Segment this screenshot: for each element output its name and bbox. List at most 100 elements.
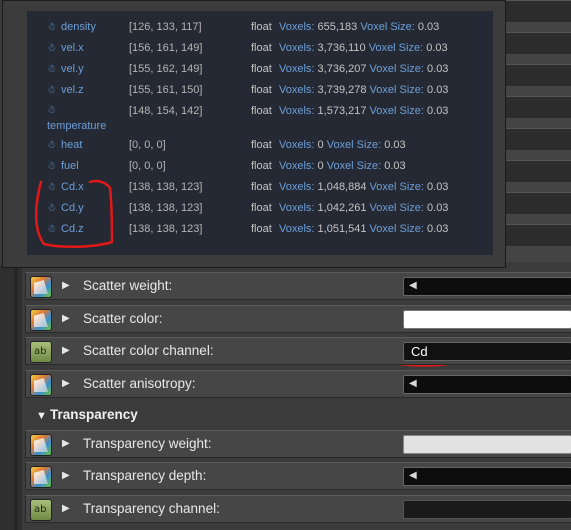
volume-grid-icon: ☃ (47, 161, 56, 172)
grid-stats: Voxels: 3,736,110 Voxel Size: 0.03 (279, 42, 448, 54)
grid-name: density (61, 21, 96, 33)
grid-name: fuel (61, 160, 79, 172)
volume-grid-icon: ☃ (47, 182, 56, 193)
grid-range: [155, 161, 150] (129, 84, 203, 96)
grid-name: heat (61, 139, 83, 151)
volume-grid-icon: ☃ (47, 85, 56, 96)
left-edge-divider (14, 265, 18, 530)
grid-row: ☃ temperature [148, 154, 142] float Voxels: … (27, 105, 493, 132)
grid-type: float (251, 42, 272, 54)
texture-connect-icon[interactable] (30, 309, 52, 331)
slider-left-arrow-icon[interactable]: ◀ (409, 470, 417, 481)
grid-row: ☃ density [126, 133, 117] float Voxels: 655,… (27, 21, 493, 37)
param-row-transparency-depth: ▶ Transparency depth: ◀ (25, 462, 571, 490)
grid-stats: Voxels: 0 Voxel Size: 0.03 (279, 160, 406, 172)
scatter-color-channel-input[interactable]: Cd (403, 342, 571, 361)
grid-stats: Voxels: 1,042,261 Voxel Size: 0.03 (279, 202, 449, 214)
texture-connect-icon[interactable] (30, 466, 52, 488)
expand-triangle-icon[interactable]: ▶ (62, 345, 70, 356)
grid-type: float (251, 21, 272, 33)
grid-stats: Voxels: 1,573,217 Voxel Size: 0.03 (279, 105, 449, 117)
grid-stats: Voxels: 3,736,207 Voxel Size: 0.03 (279, 63, 449, 75)
grid-name: Cd.x (61, 181, 84, 193)
grid-type: float (251, 63, 272, 75)
background-right-column (506, 0, 571, 262)
param-row-scatter-color-channel: ab ▶ Scatter color channel: Cd (25, 337, 571, 365)
expand-triangle-icon[interactable]: ▶ (62, 470, 70, 481)
volume-grid-icon: ☃ (47, 224, 56, 235)
grid-type: float (251, 139, 272, 151)
transparency-weight-swatch[interactable] (403, 435, 571, 454)
section-header-transparency[interactable]: ▼ Transparency (36, 407, 138, 422)
expand-triangle-icon[interactable]: ▶ (62, 378, 70, 389)
grid-row: ☃ heat [0, 0, 0] float Voxels: 0 Voxel Size:… (27, 139, 493, 155)
grid-type: float (251, 181, 272, 193)
volume-grids-tooltip: ☃ density [126, 133, 117] float Voxels: 655,… (2, 0, 506, 268)
grid-name: vel.z (61, 84, 84, 96)
grid-row: ☃ vel.x [156, 161, 149] float Voxels: 3,736,… (27, 42, 493, 58)
scatter-anisotropy-slider[interactable]: ◀ (403, 375, 571, 394)
grid-range: [138, 138, 123] (129, 181, 203, 193)
expand-triangle-icon[interactable]: ▶ (62, 503, 70, 514)
param-label: Scatter anisotropy: (83, 376, 196, 391)
volume-grid-icon: ☃ (47, 43, 56, 54)
scatter-color-swatch[interactable] (403, 310, 571, 329)
grid-type: float (251, 160, 272, 172)
param-row-scatter-anisotropy: ▶ Scatter anisotropy: ◀ (25, 370, 571, 398)
texture-connect-icon[interactable] (30, 434, 52, 456)
param-label: Transparency weight: (83, 436, 212, 451)
expand-triangle-icon[interactable]: ▶ (62, 438, 70, 449)
grid-range: [138, 138, 123] (129, 223, 203, 235)
texture-connect-icon[interactable] (30, 374, 52, 396)
volume-grid-list: ☃ density [126, 133, 117] float Voxels: 655,… (27, 11, 493, 255)
grid-row: ☃ Cd.x [138, 138, 123] float Voxels: 1,048,8… (27, 181, 493, 197)
grid-type: float (251, 223, 272, 235)
param-label: Scatter weight: (83, 278, 173, 293)
volume-grid-icon: ☃ (47, 22, 56, 33)
transparency-depth-slider[interactable]: ◀ (403, 467, 571, 486)
collapse-triangle-icon[interactable]: ▼ (36, 410, 50, 422)
grid-stats: Voxels: 3,739,278 Voxel Size: 0.03 (279, 84, 449, 96)
grid-range: [156, 161, 149] (129, 42, 203, 54)
grid-row: ☃ Cd.z [138, 138, 123] float Voxels: 1,051,5… (27, 223, 493, 239)
slider-left-arrow-icon[interactable]: ◀ (409, 280, 417, 291)
grid-stats: Voxels: 655,183 Voxel Size: 0.03 (279, 21, 440, 33)
grid-name: vel.y (61, 63, 84, 75)
grid-range: [0, 0, 0] (129, 139, 166, 151)
grid-type: float (251, 84, 272, 96)
expand-triangle-icon[interactable]: ▶ (62, 280, 70, 291)
param-label: Scatter color: (83, 311, 163, 326)
grid-range: [0, 0, 0] (129, 160, 166, 172)
grid-type: float (251, 105, 272, 117)
transparency-channel-input[interactable] (403, 500, 571, 519)
grid-stats: Voxels: 0 Voxel Size: 0.03 (279, 139, 406, 151)
param-label: Scatter color channel: (83, 343, 214, 358)
grid-range: [126, 133, 117] (129, 21, 202, 33)
left-edge (0, 265, 22, 530)
volume-grid-icon: ☃ (47, 140, 56, 151)
expand-triangle-icon[interactable]: ▶ (62, 313, 70, 324)
param-row-transparency-channel: ab ▶ Transparency channel: (25, 495, 571, 523)
grid-stats: Voxels: 1,051,541 Voxel Size: 0.03 (279, 223, 449, 235)
grid-name: Cd.y (61, 202, 84, 214)
section-title: Transparency (49, 407, 138, 422)
grid-range: [138, 138, 123] (129, 202, 203, 214)
param-row-scatter-color: ▶ Scatter color: (25, 305, 571, 333)
string-connect-icon[interactable]: ab (30, 341, 52, 363)
grid-stats: Voxels: 1,048,884 Voxel Size: 0.03 (279, 181, 449, 193)
texture-connect-icon[interactable] (30, 276, 52, 298)
volume-grid-icon: ☃ (47, 105, 56, 116)
grid-name: vel.x (61, 42, 84, 54)
grid-type: float (251, 202, 272, 214)
grid-row: ☃ vel.y [155, 162, 149] float Voxels: 3,736,… (27, 63, 493, 79)
volume-grid-icon: ☃ (47, 64, 56, 75)
slider-left-arrow-icon[interactable]: ◀ (409, 378, 417, 389)
param-row-scatter-weight: ▶ Scatter weight: ◀ (25, 272, 571, 300)
param-label: Transparency channel: (83, 501, 220, 516)
string-connect-icon[interactable]: ab (30, 499, 52, 521)
grid-name: temperature (47, 120, 107, 132)
grid-range: [155, 162, 149] (129, 63, 203, 75)
scatter-weight-slider[interactable]: ◀ (403, 277, 571, 296)
grid-name: Cd.z (61, 223, 84, 235)
param-row-transparency-weight: ▶ Transparency weight: (25, 430, 571, 458)
